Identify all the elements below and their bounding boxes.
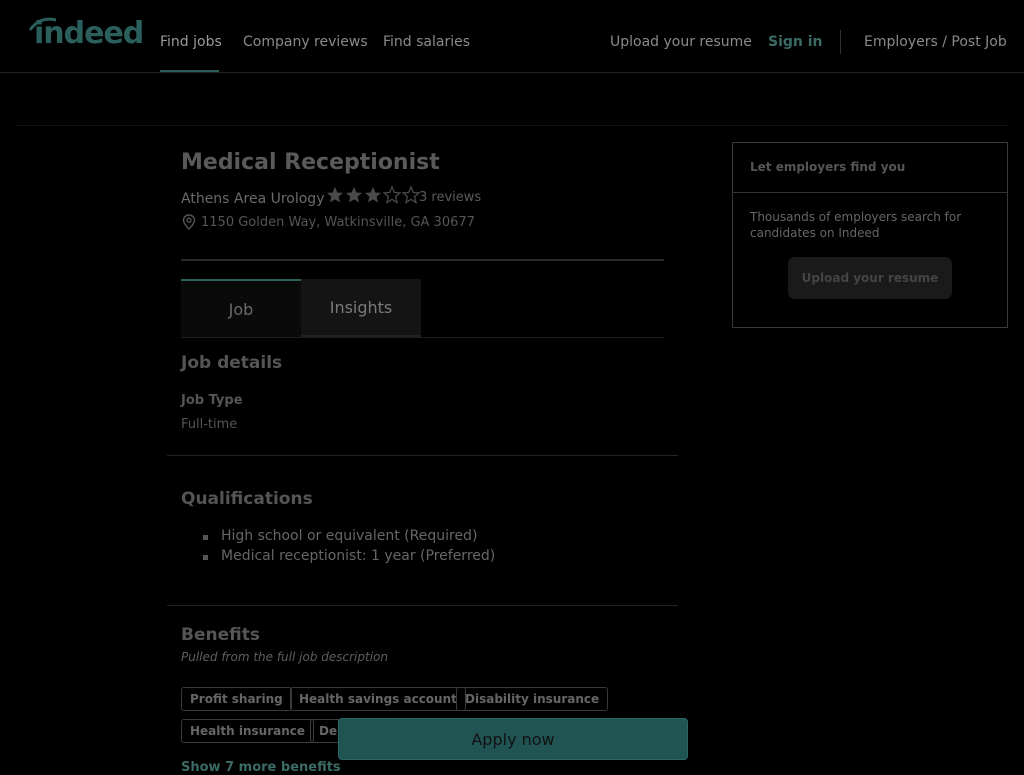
location-pin-icon <box>182 214 196 230</box>
nav-find-jobs[interactable]: Find jobs <box>160 34 222 50</box>
job-type-value: Full-time <box>181 417 238 432</box>
nav-find-salaries[interactable]: Find salaries <box>383 34 470 50</box>
card-title: Let employers find you <box>750 160 906 174</box>
top-header: indeed Find jobs Company reviews Find sa… <box>0 0 1024 73</box>
star-filled-icon <box>345 186 363 203</box>
benefits-subtitle: Pulled from the full job description <box>181 650 388 664</box>
list-item: High school or equivalent (Required) <box>201 528 495 548</box>
section-divider <box>167 605 678 606</box>
tabs-divider <box>181 337 664 338</box>
job-title: Medical Receptionist <box>181 150 440 175</box>
nav-active-underline <box>160 70 219 72</box>
tab-job[interactable]: Job <box>181 279 301 337</box>
benefit-chip: Health insurance <box>181 719 315 743</box>
rating-stars[interactable] <box>326 186 420 204</box>
list-item: Medical receptionist: 1 year (Preferred) <box>201 548 495 568</box>
star-filled-icon <box>364 186 382 203</box>
apply-now-button[interactable]: Apply now <box>338 718 688 760</box>
card-header: Let employers find you <box>733 143 1007 193</box>
nav-upload-resume[interactable]: Upload your resume <box>610 34 752 50</box>
tab-insights[interactable]: Insights <box>301 279 421 337</box>
upload-resume-button[interactable]: Upload your resume <box>788 257 952 299</box>
reviews-link[interactable]: 3 reviews <box>419 190 481 205</box>
sign-in-link[interactable]: Sign in <box>768 34 823 50</box>
benefit-chip: Disability insurance <box>456 687 609 711</box>
employers-post-job-link[interactable]: Employers / Post Job <box>864 34 1007 50</box>
header-divider <box>840 30 841 54</box>
benefits-heading: Benefits <box>181 625 260 645</box>
job-type-label: Job Type <box>181 393 243 408</box>
job-tabs: Job Insights <box>181 279 421 337</box>
nav-company-reviews[interactable]: Company reviews <box>243 34 368 50</box>
star-filled-icon <box>326 186 344 203</box>
job-details-heading: Job details <box>181 353 283 373</box>
employers-find-you-card: Let employers find you Thousands of empl… <box>732 142 1008 328</box>
band-divider <box>16 125 1008 126</box>
section-divider <box>167 455 678 456</box>
benefit-chip: Health savings account <box>290 687 466 711</box>
logo-text: indeed <box>34 16 144 51</box>
company-name[interactable]: Athens Area Urology <box>181 191 324 207</box>
job-location: 1150 Golden Way, Watkinsville, GA 30677 <box>201 215 475 230</box>
star-empty-icon <box>383 186 401 204</box>
qualifications-heading: Qualifications <box>181 489 313 509</box>
star-empty-icon <box>402 186 420 204</box>
header-divider-line <box>181 259 664 261</box>
card-body-text: Thousands of employers search for candid… <box>750 210 962 240</box>
benefit-chip: Profit sharing <box>181 687 292 711</box>
qualifications-list: High school or equivalent (Required) Med… <box>201 528 495 568</box>
